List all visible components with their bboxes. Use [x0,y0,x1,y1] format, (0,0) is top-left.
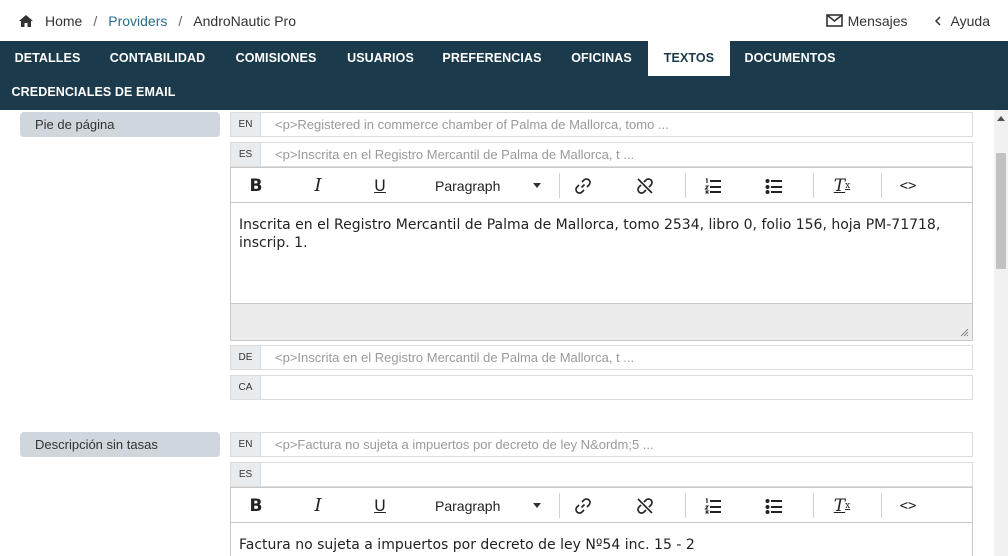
underline-button[interactable]: U [363,168,397,203]
lang-row-ca[interactable]: CA [230,375,973,400]
clear-format-button[interactable]: Tx [825,168,859,203]
italic-button[interactable]: I [301,488,335,523]
tab-textos[interactable]: TEXTOS [648,41,730,76]
lang-code: ES [231,463,261,486]
clear-format-button[interactable]: Tx [825,488,859,523]
lang-row-en[interactable]: EN <p>Registered in commerce chamber of … [230,112,973,137]
messages-link[interactable]: Mensajes [825,12,908,29]
paragraph-select[interactable]: Paragraph [427,168,549,203]
lang-row-de[interactable]: DE <p>Inscrita en el Registro Mercantil … [230,345,973,370]
chevron-down-icon [533,503,541,508]
tab-oficinas[interactable]: OFICINAS [555,41,648,76]
section-label-tax-free: Descripción sin tasas [20,432,220,457]
scroll-up-icon[interactable] [997,116,1005,121]
bold-button[interactable]: B [239,488,273,523]
page-scrollbar[interactable] [994,110,1008,556]
link-button[interactable] [566,488,600,523]
paragraph-select[interactable]: Paragraph [427,488,549,523]
lang-row-es[interactable]: ES [230,462,973,487]
bullet-list-button[interactable] [757,488,791,523]
tabs-bar: DETALLES CONTABILIDAD COMISIONES USUARIO… [0,41,1008,110]
toolbar-divider [685,493,686,518]
clear-format-icon: T [833,175,846,196]
tab-usuarios[interactable]: USUARIOS [332,41,429,76]
underline-button[interactable]: U [363,488,397,523]
top-bar: Home / Providers / AndroNautic Pro Mensa… [0,0,1008,41]
link-icon [575,177,591,194]
top-right-menu: Mensajes Ayuda [800,0,990,41]
paragraph-select-label: Paragraph [435,177,501,194]
editor-toolbar: B I U Paragraph T x <> [231,488,972,523]
toolbar-divider [813,173,814,198]
breadcrumb-separator: / [93,12,98,29]
breadcrumb-current: AndroNautic Pro [193,12,296,29]
ordered-list-icon [704,497,721,513]
bullet-list-icon [765,178,782,194]
clear-format-sub: x [845,500,851,511]
texts-panel: Pie de página EN <p>Registered in commer… [0,110,994,556]
lang-code: DE [231,346,261,369]
tab-preferencias[interactable]: PREFERENCIAS [429,41,555,76]
source-code-button[interactable]: <> [891,168,925,203]
tab-detalles[interactable]: DETALLES [0,41,95,76]
link-button[interactable] [566,168,600,203]
bold-button[interactable]: B [239,168,273,203]
lang-preview: <p>Registered in commerce chamber of Pal… [275,117,669,132]
toolbar-divider [559,173,560,198]
toolbar-divider [881,173,882,198]
mail-icon [825,14,843,27]
resize-handle-icon[interactable] [960,328,969,337]
lang-preview: <p>Inscrita en el Registro Mercantil de … [275,147,635,162]
scrollbar-thumb[interactable] [996,153,1006,269]
unlink-icon [637,177,653,194]
breadcrumb-providers[interactable]: Providers [108,13,167,29]
breadcrumb-separator: / [178,12,183,29]
bullet-list-icon [765,498,782,514]
bullet-list-button[interactable] [757,168,791,203]
paragraph-select-label: Paragraph [435,497,501,514]
tab-credenciales-email[interactable]: CREDENCIALES DE EMAIL [0,75,187,110]
unlink-icon [637,497,653,514]
breadcrumb: Home / Providers / AndroNautic Pro [0,13,296,29]
lang-code: ES [231,143,261,166]
italic-button[interactable]: I [301,168,335,203]
lang-code: EN [231,433,261,456]
help-label: Ayuda [950,12,990,29]
editor-content[interactable]: Factura no sujeta a impuertos por decret… [231,523,972,556]
lang-row-es[interactable]: ES <p>Inscrita en el Registro Mercantil … [230,142,973,167]
tab-comisiones[interactable]: COMISIONES [220,41,332,76]
unlink-button[interactable] [628,488,662,523]
toolbar-divider [813,493,814,518]
rich-text-editor: B I U Paragraph [230,167,973,341]
clear-format-sub: x [845,180,851,191]
ordered-list-icon [704,177,721,193]
breadcrumb-home[interactable]: Home [45,13,82,29]
section-label-footer: Pie de página [20,112,220,137]
tab-contabilidad[interactable]: CONTABILIDAD [95,41,220,76]
clear-format-icon: T [833,495,846,516]
home-icon[interactable] [18,14,34,28]
tab-documentos[interactable]: DOCUMENTOS [730,41,850,76]
ordered-list-button[interactable] [696,488,730,523]
toolbar-divider [685,173,686,198]
lang-code: CA [231,376,261,399]
lang-code: EN [231,113,261,136]
link-icon [575,497,591,514]
toolbar-divider [559,493,560,518]
editor-statusbar [231,303,972,340]
messages-label: Mensajes [847,12,908,29]
toolbar-divider [881,493,882,518]
chevron-down-icon [533,183,541,188]
ordered-list-button[interactable] [696,168,730,203]
lang-row-en[interactable]: EN <p>Factura no sujeta a impuertos por … [230,432,973,457]
source-code-button[interactable]: <> [891,488,925,523]
help-link[interactable]: Ayuda [934,13,990,29]
unlink-button[interactable] [628,168,662,203]
rich-text-editor: B I U Paragraph [230,487,973,556]
editor-toolbar: B I U Paragraph T x <> [231,168,972,203]
lang-preview: <p>Factura no sujeta a impuertos por dec… [275,437,654,452]
chevron-left-icon [934,15,941,26]
editor-content[interactable]: Inscrita en el Registro Mercantil de Pal… [231,203,972,303]
lang-preview: <p>Inscrita en el Registro Mercantil de … [275,350,635,365]
